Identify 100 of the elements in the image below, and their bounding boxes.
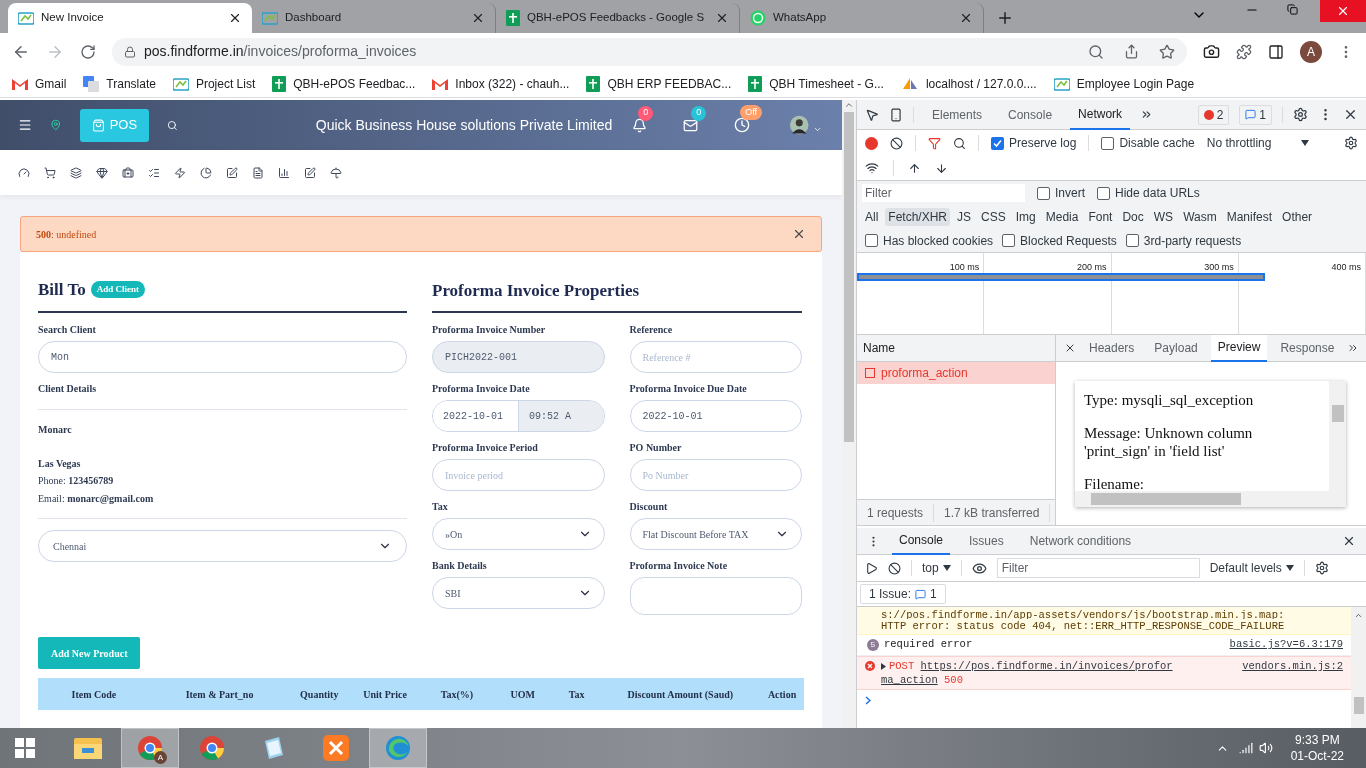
new-tab-icon[interactable] [996, 9, 1014, 27]
number-field[interactable]: PICH2022-001 [432, 341, 605, 373]
close-icon[interactable] [471, 11, 485, 25]
taskbar-button[interactable]: A [121, 728, 179, 768]
download-icon[interactable] [935, 161, 948, 175]
layers-icon[interactable] [70, 166, 82, 179]
close-icon[interactable] [959, 11, 973, 25]
source-link[interactable]: vendors.min.js:2 [1242, 659, 1343, 687]
bookmark-link[interactable]: Gmail [12, 74, 67, 93]
clear-icon[interactable] [890, 136, 903, 150]
eye-icon[interactable] [971, 560, 987, 576]
signal-icon[interactable] [1238, 741, 1253, 755]
type-filter[interactable]: Fetch/XHR [885, 208, 951, 226]
date-time-field[interactable]: 2022-10-01 09:52 A [432, 400, 605, 432]
checkbox[interactable] [1097, 186, 1110, 200]
vertical-scrollbar[interactable] [1329, 381, 1346, 507]
edit-icon[interactable] [304, 166, 316, 179]
type-filter[interactable]: Manifest [1223, 208, 1276, 226]
cart-icon[interactable] [44, 166, 56, 179]
bookmark-link[interactable]: Inbox (322) - chauh... [432, 74, 570, 93]
type-filter[interactable]: Img [1012, 208, 1039, 226]
close-icon[interactable] [792, 227, 806, 241]
bookmark-link[interactable]: Translate [83, 74, 156, 93]
gauge-icon[interactable] [18, 166, 30, 179]
filter-field[interactable]: Filter [862, 184, 1025, 202]
bookmark-link[interactable]: localhost / 127.0.0.... [900, 74, 1037, 93]
close-icon[interactable] [1343, 107, 1358, 122]
bookmark-link[interactable]: QBH Timesheet - G... [748, 74, 884, 93]
bell-icon[interactable] [632, 117, 648, 133]
checkbox[interactable] [991, 136, 1004, 150]
close-icon[interactable] [1342, 534, 1356, 548]
drawer-tab[interactable]: Network conditions [1022, 527, 1139, 555]
scroll-up-icon[interactable] [844, 100, 854, 110]
inspect-icon[interactable] [865, 107, 879, 122]
clock[interactable]: 9:33 PM 01-Oct-22 [1290, 732, 1344, 764]
scroll-up-icon[interactable] [1354, 611, 1363, 620]
extensions-icon[interactable] [1236, 43, 1252, 60]
console-scrollbar[interactable] [1351, 607, 1366, 728]
horizontal-scrollbar[interactable] [1075, 491, 1329, 507]
mail-icon[interactable] [683, 117, 699, 133]
share-icon[interactable] [1124, 44, 1139, 59]
select-field[interactable]: SBI [432, 577, 605, 609]
select-field[interactable]: Flat Discount Before TAX [629, 518, 802, 550]
camera-icon[interactable] [1203, 43, 1220, 60]
drawer-tab[interactable]: Issues [962, 527, 1011, 555]
location-pin-icon[interactable] [50, 117, 62, 133]
prompt-icon[interactable] [865, 696, 871, 705]
device-icon[interactable] [889, 107, 903, 122]
select-field[interactable]: »On [432, 518, 605, 550]
drawer-tab[interactable]: Console [892, 527, 951, 555]
xampp-icon[interactable] [323, 735, 349, 761]
page-scrollbar[interactable] [842, 100, 856, 728]
clock-icon[interactable] [734, 117, 751, 133]
context-select[interactable]: top [922, 559, 951, 577]
checkbox[interactable] [1002, 234, 1016, 247]
clear-icon[interactable] [888, 561, 901, 575]
detail-tab[interactable]: Preview [1210, 334, 1268, 362]
bookmark-link[interactable]: Project List [172, 74, 256, 93]
sidebar-toggle-icon[interactable] [865, 561, 878, 575]
chrome-icon[interactable] [199, 735, 225, 761]
issue-count[interactable]: 1 [1239, 104, 1272, 125]
issues-button[interactable]: 1 Issue: 1 [860, 584, 946, 604]
bookmark-link[interactable]: Employee Login Page [1053, 74, 1195, 93]
folder-icon[interactable] [73, 735, 103, 761]
briefcase-icon[interactable] [122, 166, 134, 179]
request-link[interactable]: ma_action [881, 674, 938, 686]
throttling-select[interactable]: No throttling [1206, 134, 1310, 152]
bar-chart-icon[interactable] [278, 166, 290, 179]
edit-icon[interactable] [226, 166, 238, 179]
reload-icon[interactable] [80, 43, 96, 60]
filter-field[interactable]: Filter [996, 558, 1200, 578]
close-icon[interactable] [715, 11, 729, 25]
umbrella-icon[interactable] [330, 166, 342, 179]
detail-tab[interactable]: Headers [1082, 334, 1142, 362]
checklist-icon[interactable] [148, 166, 160, 179]
levels-select[interactable]: Default levels [1209, 559, 1294, 577]
type-filter[interactable]: Wasm [1180, 208, 1220, 226]
caret-icon[interactable] [942, 565, 951, 571]
type-filter[interactable]: Doc [1119, 208, 1147, 226]
record-icon[interactable] [865, 136, 878, 150]
browser-tab[interactable]: New Invoice [8, 3, 252, 33]
search-icon[interactable] [953, 136, 966, 150]
caret-icon[interactable] [1301, 140, 1310, 146]
settings-icon[interactable] [1314, 561, 1329, 575]
upload-icon[interactable] [908, 161, 921, 175]
close-icon[interactable] [1064, 342, 1076, 354]
windows-logo-icon[interactable] [15, 738, 35, 758]
type-filter[interactable]: Other [1279, 208, 1316, 226]
side-panel-icon[interactable] [1268, 43, 1284, 60]
filter-icon[interactable] [928, 136, 941, 150]
checkbox[interactable] [865, 234, 878, 247]
settings-icon[interactable] [1344, 136, 1358, 150]
chrome-icon[interactable] [137, 735, 163, 761]
pie-chart-icon[interactable] [200, 166, 212, 179]
lightning-icon[interactable] [174, 166, 186, 179]
bookmark-star-icon[interactable] [1159, 43, 1175, 60]
type-filter[interactable]: JS [954, 208, 975, 226]
restore-icon[interactable] [1287, 4, 1298, 15]
network-conditions-icon[interactable] [865, 161, 879, 175]
devtools-tab[interactable]: Console [1000, 99, 1061, 130]
